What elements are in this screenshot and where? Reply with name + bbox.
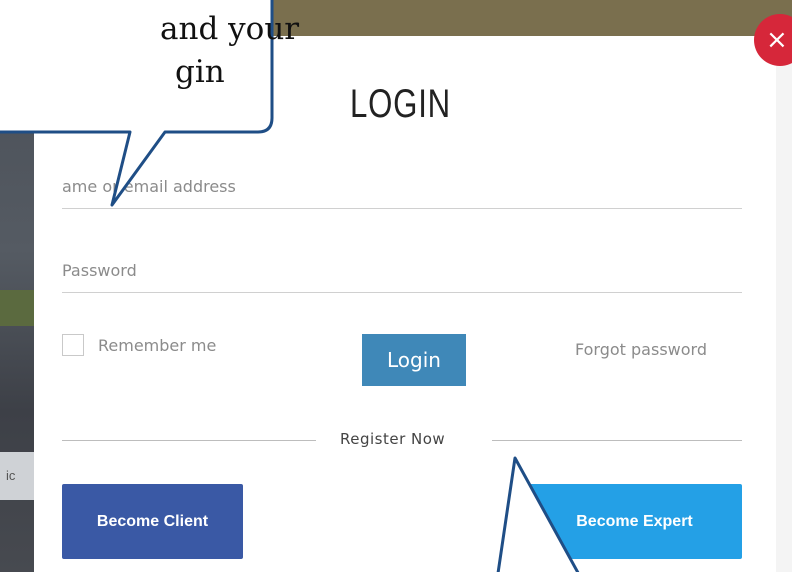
username-input[interactable] — [62, 170, 742, 202]
callout-text-line2: gin — [175, 54, 225, 90]
remember-me[interactable]: Remember me — [62, 334, 216, 356]
login-button[interactable]: Login — [362, 334, 466, 386]
become-expert-button[interactable]: Become Expert — [527, 484, 742, 559]
modal-title: LOGIN — [350, 82, 451, 126]
become-client-button[interactable]: Become Client — [62, 484, 243, 559]
register-divider: Register Now — [62, 428, 742, 452]
remember-me-label: Remember me — [98, 335, 217, 355]
background-left-strip — [0, 290, 34, 326]
password-input[interactable] — [62, 254, 742, 286]
password-field[interactable] — [62, 254, 742, 293]
background-right-edge — [776, 36, 792, 572]
register-now-label: Register Now — [340, 430, 446, 448]
background-left-tab-text: ic — [6, 468, 16, 483]
close-icon: × — [766, 25, 788, 55]
username-field[interactable] — [62, 170, 742, 209]
divider-line-right — [492, 440, 742, 441]
divider-line-left — [62, 440, 316, 441]
background-header-bar — [0, 0, 792, 36]
forgot-password-link[interactable]: Forgot password — [575, 340, 707, 359]
remember-me-checkbox[interactable] — [62, 334, 84, 356]
callout-text-line1: and your — [160, 11, 300, 47]
